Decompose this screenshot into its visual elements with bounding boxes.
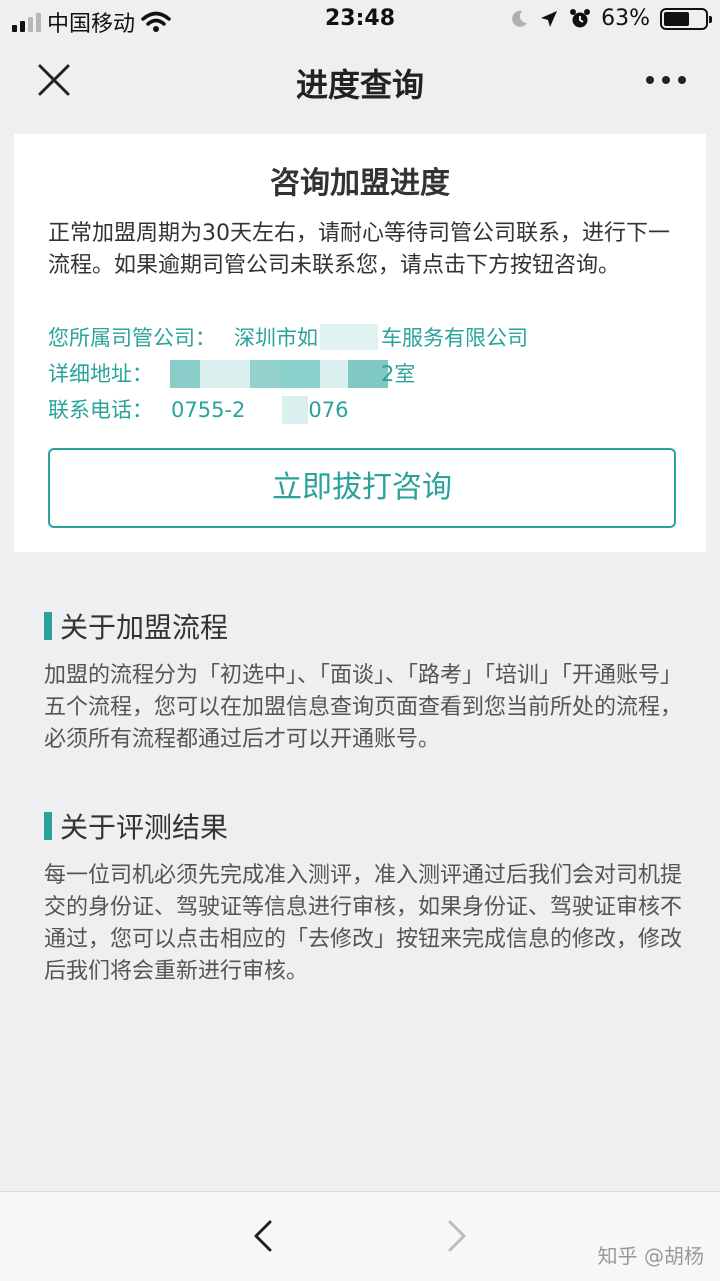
redaction-mark — [348, 360, 388, 388]
call-consult-button[interactable]: 立即拔打咨询 — [48, 448, 676, 528]
phone-value[interactable]: 0755-2 076 — [171, 394, 348, 424]
redaction-mark — [320, 360, 348, 388]
redaction-mark — [170, 360, 202, 388]
section-body: 加盟的流程分为「初选中」、「面谈」、「路考」「培训」「开通账号」五个流程，您可以… — [44, 663, 683, 752]
section-body: 每一位司机必须先完成准入测评，准入测评通过后我们会对司机提交的身份证、驾驶证等信… — [44, 863, 683, 984]
section-accent-bar — [44, 612, 52, 640]
redaction-mark — [250, 360, 280, 388]
redaction-mark — [320, 324, 378, 350]
card-title: 咨询加盟进度 — [270, 166, 450, 201]
moon-icon — [512, 10, 528, 27]
card-description: 正常加盟周期为30天左右，请耐心等待司管公司联系，进行下一流程。如果逾期司管公司… — [48, 221, 670, 278]
section-header: 关于评测结果 — [44, 806, 684, 846]
alarm-icon — [570, 8, 591, 27]
status-right: 63% — [509, 6, 712, 31]
company-value: 深圳市如 车服务有限公司 — [234, 326, 528, 350]
bottom-toolbar: 知乎 @胡杨 — [0, 1191, 720, 1281]
redaction-mark — [200, 360, 250, 388]
section-accent-bar — [44, 812, 52, 840]
phone-label: 联系电话： — [48, 398, 153, 422]
nav-bar: 进度查询 — [0, 40, 720, 122]
location-icon — [541, 10, 558, 27]
battery-fill — [664, 11, 690, 26]
back-arrow-icon[interactable] — [248, 1216, 278, 1256]
section-title: 关于加盟流程 — [60, 611, 229, 644]
more-options-icon[interactable] — [646, 76, 686, 84]
consult-card: 咨询加盟进度 正常加盟周期为30天左右，请耐心等待司管公司联系，进行下一流程。如… — [14, 134, 706, 552]
battery-percent: 63% — [601, 6, 650, 31]
section-process: 关于加盟流程 加盟的流程分为「初选中」、「面谈」、「路考」「培训」「开通账号」五… — [44, 606, 684, 756]
address-label: 详细地址： — [48, 362, 153, 386]
battery-icon — [660, 7, 712, 30]
company-row: 您所属司管公司： 深圳市如 车服务有限公司 — [48, 322, 528, 352]
status-bar: 中国移动 23:48 63% — [0, 0, 720, 40]
section-evaluation: 关于评测结果 每一位司机必须先完成准入测评，准入测评通过后我们会对司机提交的身份… — [44, 806, 684, 988]
redaction-mark — [282, 396, 308, 424]
company-label: 您所属司管公司： — [48, 326, 216, 350]
section-header: 关于加盟流程 — [44, 606, 684, 646]
page-title: 进度查询 — [295, 66, 424, 104]
forward-arrow-icon — [448, 1220, 466, 1252]
redaction-mark — [280, 360, 320, 388]
section-title: 关于评测结果 — [60, 811, 229, 844]
watermark: 知乎 @胡杨 — [597, 1244, 704, 1268]
